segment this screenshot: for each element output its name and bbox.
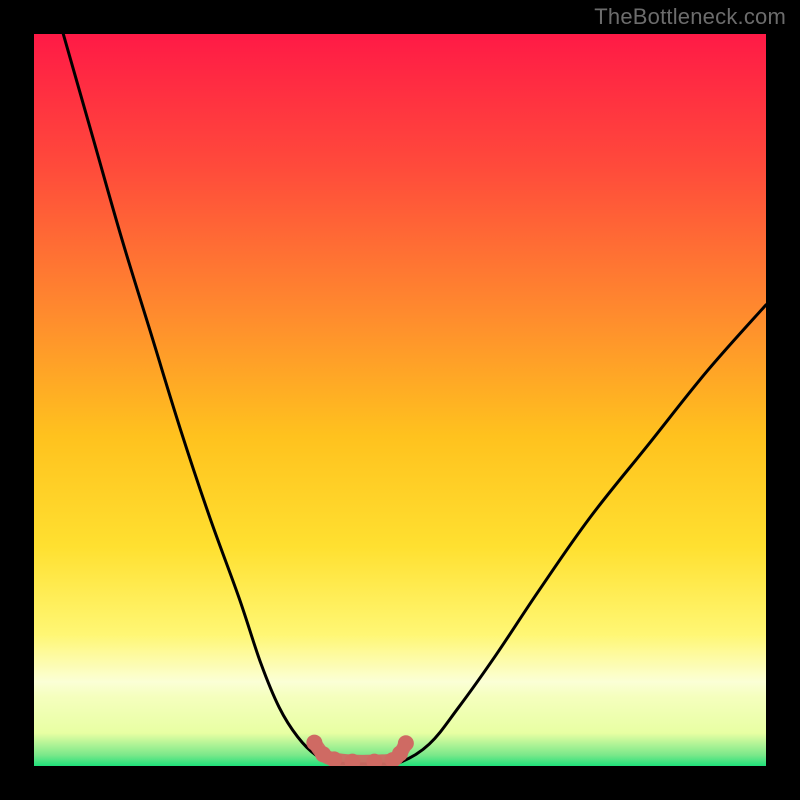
gradient-background <box>34 34 766 766</box>
watermark-text: TheBottleneck.com <box>594 4 786 30</box>
chart-frame: TheBottleneck.com <box>0 0 800 800</box>
valley-marker-dot <box>398 735 414 751</box>
bottleneck-chart <box>34 34 766 766</box>
